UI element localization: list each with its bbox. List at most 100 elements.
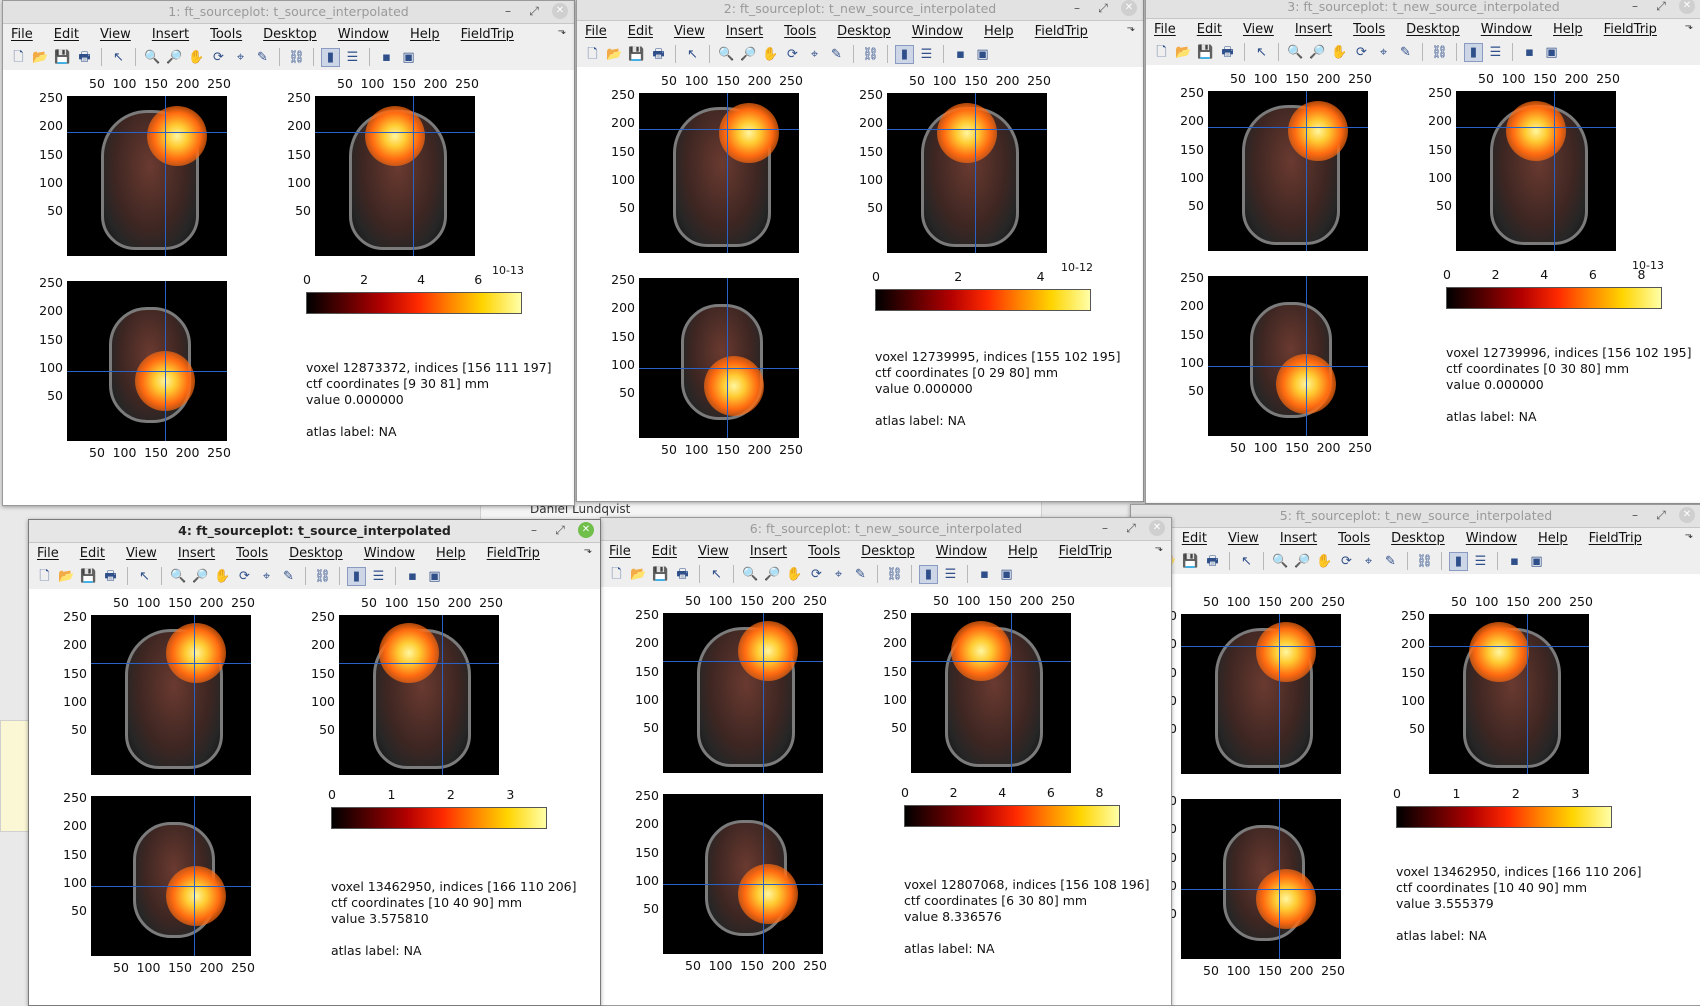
pan-icon[interactable]: ✋ (1315, 552, 1334, 571)
axial-slice[interactable] (663, 794, 823, 954)
pan-icon[interactable]: ✋ (213, 567, 232, 586)
menu-dock-arrow-icon[interactable]: ⬎ (558, 26, 566, 37)
maximize-icon[interactable]: ⤢ (1653, 0, 1669, 14)
sagittal-slice[interactable] (315, 96, 475, 256)
legend-icon[interactable]: ☰ (1486, 43, 1505, 62)
save-icon[interactable]: 💾 (53, 48, 72, 67)
menu-fieldtrip[interactable]: FieldTrip (1059, 544, 1112, 559)
colorbar-icon[interactable]: ▮ (1464, 42, 1483, 62)
pan-icon[interactable]: ✋ (1330, 43, 1349, 62)
open-folder-icon[interactable]: 📂 (629, 565, 648, 584)
figure-window-4[interactable]: 4: ft_sourceplot: t_source_interpolated –… (28, 519, 601, 1006)
legend-icon[interactable]: ☰ (917, 45, 936, 64)
figure-canvas[interactable]: 2502001501005050100150200250250200150100… (577, 67, 1143, 501)
coronal-slice[interactable] (67, 96, 227, 256)
save-icon[interactable]: 💾 (1181, 552, 1200, 571)
link-icon[interactable]: ⛓ (885, 565, 904, 584)
sagittal-slice[interactable] (887, 93, 1047, 253)
menu-desktop[interactable]: Desktop (289, 546, 343, 561)
link-icon[interactable]: ⛓ (287, 48, 306, 67)
figure-window-2[interactable]: 2: ft_sourceplot: t_new_source_interpola… (576, 0, 1144, 502)
menu-edit[interactable]: Edit (1182, 531, 1207, 546)
menu-view[interactable]: View (1243, 22, 1274, 37)
legend-icon[interactable]: ☰ (1471, 552, 1490, 571)
menu-help[interactable]: Help (984, 24, 1014, 39)
menu-fieldtrip[interactable]: FieldTrip (487, 546, 540, 561)
hide-plot-tools-icon[interactable]: ▪ (975, 565, 994, 584)
title-bar[interactable]: 4: ft_sourceplot: t_source_interpolated –… (29, 520, 600, 543)
menu-desktop[interactable]: Desktop (861, 544, 915, 559)
maximize-icon[interactable]: ⤢ (552, 522, 568, 538)
print-icon[interactable]: 🖶 (101, 567, 120, 586)
close-icon[interactable]: ✕ (1121, 0, 1137, 16)
menu-window[interactable]: Window (364, 546, 415, 561)
legend-icon[interactable]: ☰ (369, 567, 388, 586)
figure-window-1[interactable]: 1: ft_sourceplot: t_source_interpolated –… (2, 0, 575, 506)
menu-help[interactable]: Help (436, 546, 466, 561)
coronal-slice[interactable] (639, 93, 799, 253)
menu-dock-arrow-icon[interactable]: ⬎ (1685, 530, 1693, 541)
close-icon[interactable]: ✕ (552, 3, 568, 19)
menu-tools[interactable]: Tools (1338, 531, 1370, 546)
figure-window-3[interactable]: 3: ft_sourceplot: t_new_source_interpola… (1145, 0, 1700, 504)
show-plot-tools-icon[interactable]: ▣ (1542, 43, 1561, 62)
sagittal-slice[interactable] (1429, 614, 1589, 774)
sagittal-slice[interactable] (1456, 91, 1616, 251)
zoom-out-icon[interactable]: 🔎 (739, 45, 758, 64)
data-cursor-icon[interactable]: ⌖ (805, 45, 824, 64)
menu-help[interactable]: Help (410, 27, 440, 42)
menu-view[interactable]: View (100, 27, 131, 42)
minimize-icon[interactable]: – (1627, 0, 1643, 14)
menu-window[interactable]: Window (912, 24, 963, 39)
minimize-icon[interactable]: – (1097, 520, 1113, 536)
data-cursor-icon[interactable]: ⌖ (257, 567, 276, 586)
menu-window[interactable]: Window (936, 544, 987, 559)
colorbar-icon[interactable]: ▮ (347, 566, 366, 586)
menu-edit[interactable]: Edit (1197, 22, 1222, 37)
figure-canvas[interactable]: 2502001501005050100150200250250200150100… (1131, 574, 1700, 1005)
menu-desktop[interactable]: Desktop (263, 27, 317, 42)
menu-tools[interactable]: Tools (784, 24, 816, 39)
figure-canvas[interactable]: 2502001501005050100150200250250200150100… (29, 589, 600, 1005)
new-file-icon[interactable]: 🗋 (1152, 43, 1171, 62)
menu-window[interactable]: Window (1481, 22, 1532, 37)
hide-plot-tools-icon[interactable]: ▪ (403, 567, 422, 586)
menu-tools[interactable]: Tools (808, 544, 840, 559)
colorbar[interactable] (1396, 806, 1612, 828)
link-icon[interactable]: ⛓ (1415, 552, 1434, 571)
hide-plot-tools-icon[interactable]: ▪ (1520, 43, 1539, 62)
print-icon[interactable]: 🖶 (1203, 552, 1222, 571)
save-icon[interactable]: 💾 (1196, 43, 1215, 62)
colorbar[interactable] (1446, 287, 1662, 309)
pan-icon[interactable]: ✋ (187, 48, 206, 67)
zoom-in-icon[interactable]: 🔍 (169, 567, 188, 586)
menu-fieldtrip[interactable]: FieldTrip (1604, 22, 1657, 37)
open-folder-icon[interactable]: 📂 (1174, 43, 1193, 62)
colorbar-icon[interactable]: ▮ (919, 564, 938, 584)
title-bar[interactable]: 2: ft_sourceplot: t_new_source_interpola… (577, 0, 1143, 21)
menu-insert[interactable]: Insert (1280, 531, 1317, 546)
show-plot-tools-icon[interactable]: ▣ (399, 48, 418, 67)
rotate-icon[interactable]: ⟳ (235, 567, 254, 586)
new-file-icon[interactable]: 🗋 (583, 45, 602, 64)
data-cursor-icon[interactable]: ⌖ (829, 565, 848, 584)
menu-insert[interactable]: Insert (750, 544, 787, 559)
maximize-icon[interactable]: ⤢ (1123, 520, 1139, 536)
title-bar[interactable]: 3: ft_sourceplot: t_new_source_interpola… (1146, 0, 1700, 19)
colorbar-icon[interactable]: ▮ (895, 44, 914, 64)
maximize-icon[interactable]: ⤢ (1653, 507, 1669, 523)
zoom-out-icon[interactable]: 🔎 (1293, 552, 1312, 571)
link-icon[interactable]: ⛓ (861, 45, 880, 64)
figure-canvas[interactable]: 2502001501005050100150200250250200150100… (601, 587, 1171, 1005)
pointer-icon[interactable]: ↖ (707, 565, 726, 584)
menu-file[interactable]: File (37, 546, 59, 561)
menu-insert[interactable]: Insert (1295, 22, 1332, 37)
open-folder-icon[interactable]: 📂 (605, 45, 624, 64)
close-icon[interactable]: ✕ (1149, 520, 1165, 536)
menu-help[interactable]: Help (1553, 22, 1583, 37)
menu-fieldtrip[interactable]: FieldTrip (461, 27, 514, 42)
brush-icon[interactable]: ✎ (827, 45, 846, 64)
hide-plot-tools-icon[interactable]: ▪ (951, 45, 970, 64)
figure-canvas[interactable]: 2502001501005050100150200250250200150100… (3, 70, 574, 505)
menu-file[interactable]: File (1154, 22, 1176, 37)
